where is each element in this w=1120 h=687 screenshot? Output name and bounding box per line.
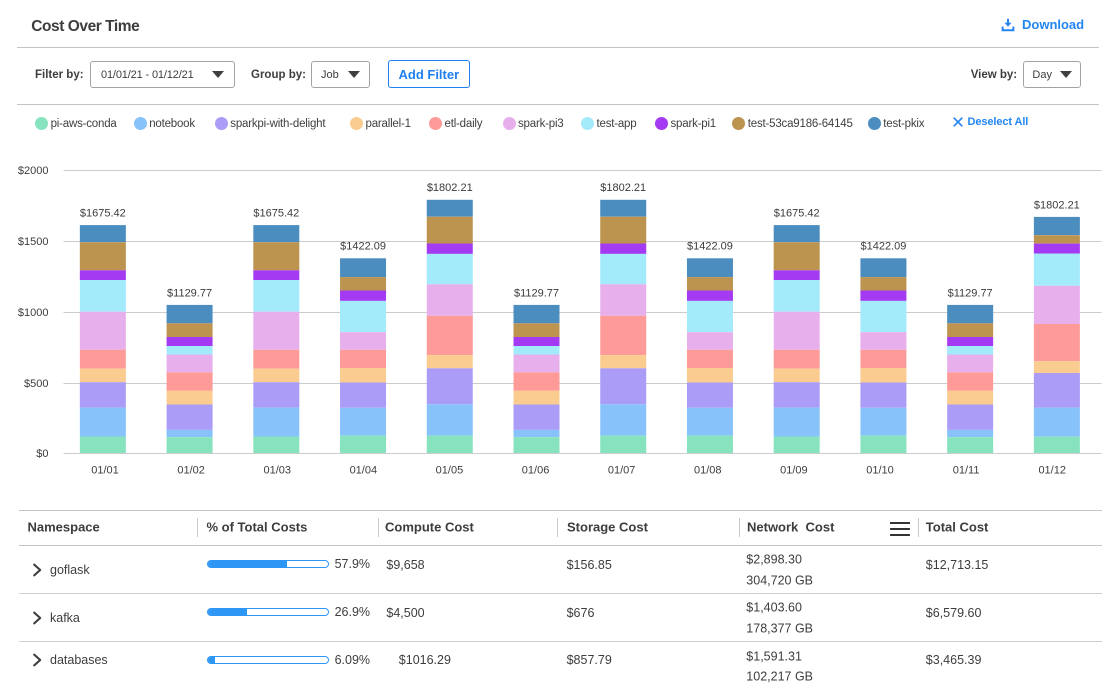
svg-text:$1000: $1000: [18, 307, 49, 319]
svg-text:01/09: 01/09: [780, 464, 808, 476]
svg-text:$1422.09: $1422.09: [340, 241, 386, 253]
svg-text:01/05: 01/05: [436, 464, 464, 476]
svg-text:$500: $500: [24, 378, 48, 390]
svg-text:$1500: $1500: [18, 236, 49, 248]
svg-text:$1675.42: $1675.42: [253, 208, 299, 220]
svg-text:$2000: $2000: [18, 165, 49, 177]
svg-text:$1802.21: $1802.21: [600, 182, 646, 194]
svg-text:01/03: 01/03: [263, 464, 291, 476]
svg-text:01/12: 01/12: [1038, 464, 1066, 476]
svg-text:$1802.21: $1802.21: [1034, 199, 1080, 211]
svg-text:01/04: 01/04: [350, 464, 378, 476]
svg-text:01/08: 01/08: [694, 464, 722, 476]
svg-text:01/02: 01/02: [177, 464, 205, 476]
svg-text:01/10: 01/10: [866, 464, 894, 476]
svg-text:01/07: 01/07: [608, 464, 636, 476]
svg-text:01/01: 01/01: [91, 464, 119, 476]
svg-text:$0: $0: [36, 448, 48, 460]
svg-text:$1422.09: $1422.09: [687, 241, 733, 253]
svg-text:$1802.21: $1802.21: [427, 182, 473, 194]
svg-text:$1675.42: $1675.42: [774, 208, 820, 220]
svg-text:$1129.77: $1129.77: [514, 287, 559, 299]
svg-text:$1129.77: $1129.77: [948, 287, 993, 299]
svg-text:01/11: 01/11: [953, 464, 980, 476]
svg-text:$1422.09: $1422.09: [860, 241, 906, 253]
svg-text:$1129.77: $1129.77: [167, 287, 212, 299]
svg-text:$1675.42: $1675.42: [80, 208, 126, 220]
svg-text:01/06: 01/06: [522, 464, 550, 476]
